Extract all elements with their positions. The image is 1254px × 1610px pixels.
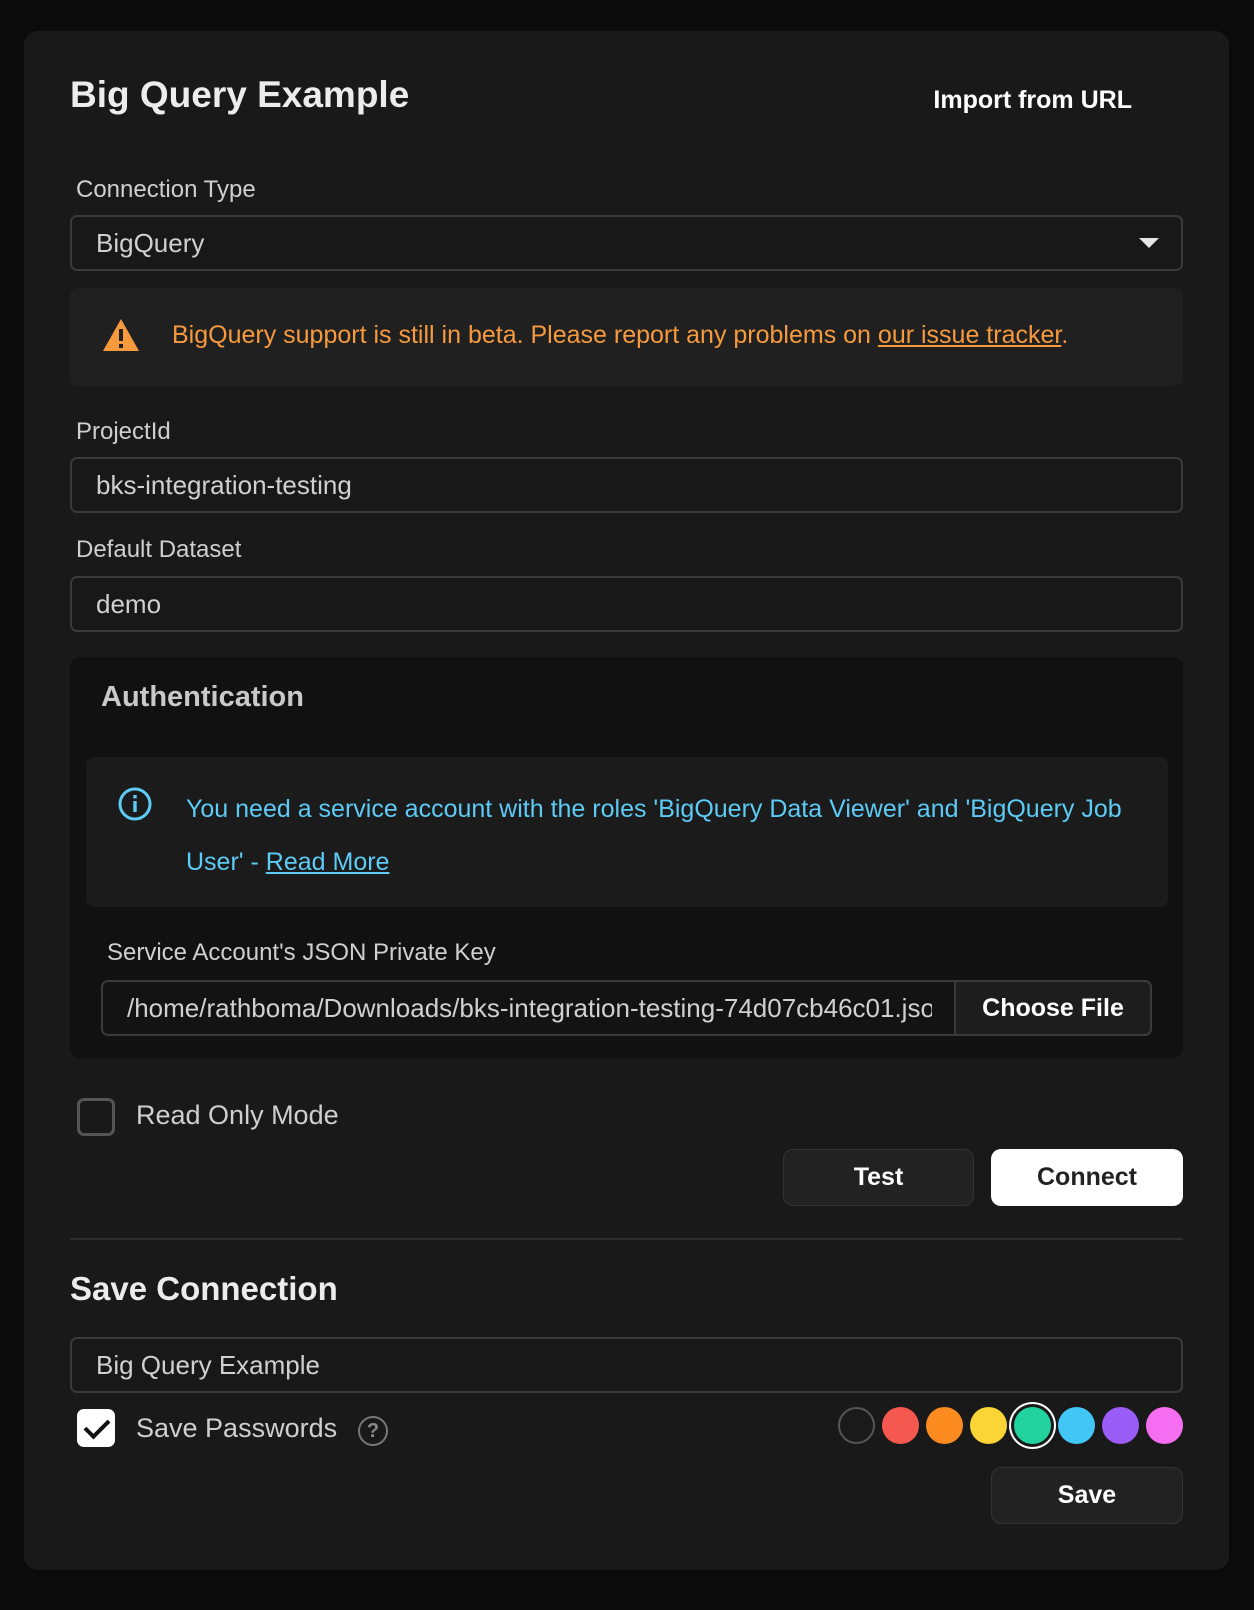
service-account-info-banner: You need a service account with the role… [86,757,1168,907]
connect-button[interactable]: Connect [991,1149,1183,1206]
help-question-icon[interactable]: ? [358,1416,388,1446]
page-title: Big Query Example [70,74,410,115]
connection-type-label: Connection Type [76,176,256,203]
read-more-link[interactable]: Read More [266,848,390,876]
read-only-label: Read Only Mode [136,1100,339,1130]
default-dataset-value: demo [96,588,162,619]
caret-down-icon [1139,238,1159,248]
beta-warning-message: BigQuery support is still in beta. Pleas… [172,321,878,349]
color-swatch-pink[interactable] [1146,1407,1183,1444]
issue-tracker-link[interactable]: our issue tracker [878,321,1061,349]
section-divider [70,1238,1183,1240]
authentication-panel: Authentication You need a service accoun… [70,657,1183,1058]
default-dataset-label: Default Dataset [76,536,242,563]
project-id-input[interactable]: bks-integration-testing [70,457,1183,513]
warning-triangle-icon [103,319,139,351]
color-swatch-none[interactable] [838,1407,875,1444]
color-swatch-purple[interactable] [1102,1407,1139,1444]
service-account-info-text: You need a service account with the role… [186,783,1136,889]
read-only-checkbox[interactable] [77,1098,115,1136]
default-dataset-input[interactable]: demo [70,576,1183,632]
import-from-url-link[interactable]: Import from URL [933,86,1132,115]
beta-warning-banner: BigQuery support is still in beta. Pleas… [70,288,1183,386]
project-id-label: ProjectId [76,418,171,445]
color-swatch-blue[interactable] [1058,1407,1095,1444]
authentication-title: Authentication [101,681,304,713]
json-key-label: Service Account's JSON Private Key [107,939,496,966]
beta-warning-suffix: . [1061,321,1069,349]
save-connection-title: Save Connection [70,1270,338,1307]
test-button[interactable]: Test [783,1149,974,1206]
save-passwords-label: Save Passwords [136,1413,338,1443]
color-swatch-yellow[interactable] [970,1407,1007,1444]
project-id-value: bks-integration-testing [96,469,352,500]
info-circle-icon [118,787,152,821]
json-key-path-input[interactable]: /home/rathboma/Downloads/bks-integration… [101,980,954,1036]
connection-name-input[interactable]: Big Query Example [70,1337,1183,1393]
connection-type-select[interactable]: BigQuery [70,215,1183,271]
save-passwords-checkbox[interactable] [77,1409,115,1447]
connection-name-value: Big Query Example [96,1349,320,1380]
color-swatch-red[interactable] [882,1407,919,1444]
choose-file-button[interactable]: Choose File [954,980,1152,1036]
beta-warning-text: BigQuery support is still in beta. Pleas… [172,321,1068,350]
color-swatch-green[interactable] [1014,1407,1051,1444]
save-button[interactable]: Save [991,1467,1183,1524]
color-swatch-orange[interactable] [926,1407,963,1444]
json-key-path-value: /home/rathboma/Downloads/bks-integration… [127,992,932,1023]
connection-type-value: BigQuery [96,227,205,258]
